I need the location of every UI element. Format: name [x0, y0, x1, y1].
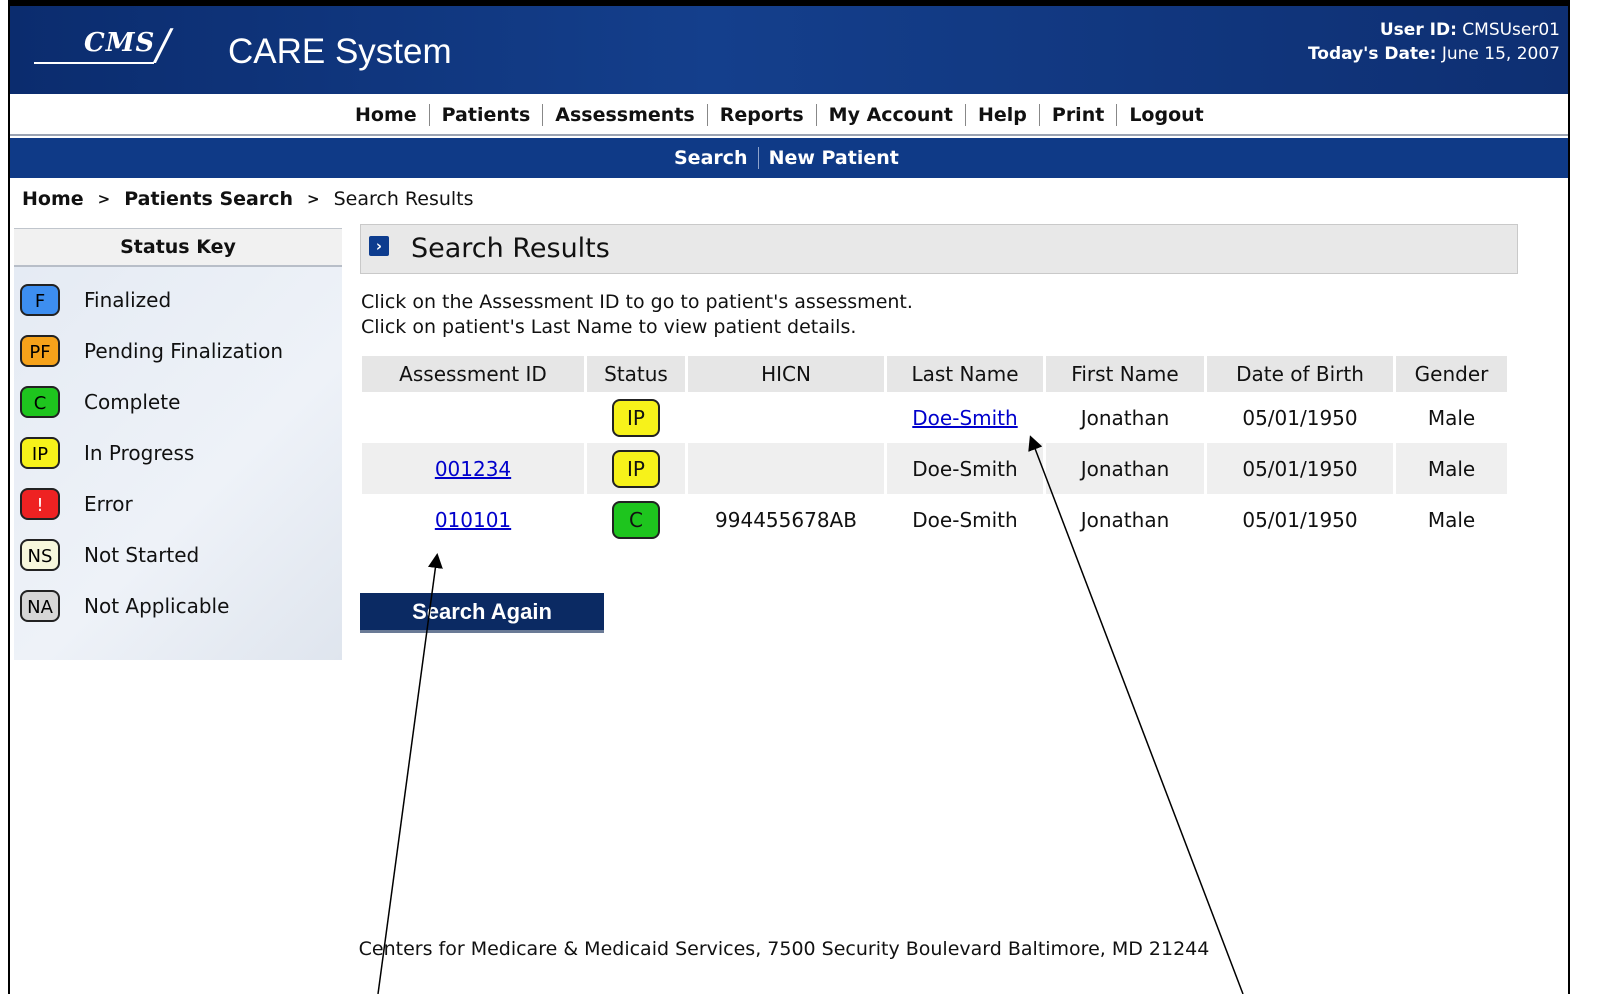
annotation-arrows	[377, 435, 1244, 994]
annotation-arrow-last-name	[1028, 435, 1244, 994]
annotation-arrow-assessment-id	[377, 553, 443, 994]
